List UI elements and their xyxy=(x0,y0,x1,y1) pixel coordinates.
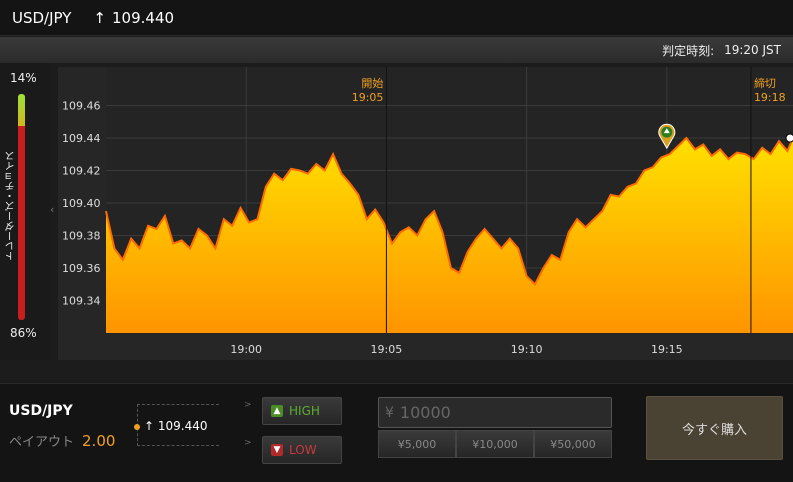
chevron-right-icon: > xyxy=(244,438,252,448)
arrow-up-icon: ▲ xyxy=(271,405,283,417)
arrow-down-icon: ▼ xyxy=(271,444,283,456)
quick-amount-10000-button[interactable]: ¥10,000 xyxy=(456,430,534,458)
subheader-bar: 判定時刻: 19:20 JST xyxy=(0,37,793,63)
chevron-right-icon: > xyxy=(244,400,252,410)
close-label: 締切 xyxy=(754,76,776,90)
low-button[interactable]: ▼ LOW xyxy=(262,436,342,464)
header-rate: 109.440 xyxy=(112,8,175,27)
low-label: LOW xyxy=(289,443,317,457)
trading-app: USD/JPY ↑ 109.440 判定時刻: 19:20 JST 14% トレ… xyxy=(0,0,793,482)
high-button[interactable]: ▲ HIGH xyxy=(262,397,342,425)
chevron-left-icon[interactable]: ‹ xyxy=(50,203,54,216)
y-tick-label: 109.44 xyxy=(62,132,101,145)
amount-input[interactable]: ¥ 10000 xyxy=(378,397,612,428)
open-label: 開始 xyxy=(361,76,383,90)
rate-up-arrow-icon: ↑ xyxy=(93,8,106,27)
price-chart: 109.46 109.44 109.42 109.40 109.38 109.36 109.… xyxy=(58,67,793,360)
amount-placeholder: 10000 xyxy=(399,403,451,422)
sentiment-high-fill xyxy=(18,94,25,126)
buy-now-button[interactable]: 今すぐ購入 xyxy=(646,396,783,460)
y-tick-label: 109.34 xyxy=(62,295,101,308)
y-tick-label: 109.38 xyxy=(62,230,101,243)
judgement-time-label: 判定時刻: xyxy=(662,43,715,58)
sentiment-bar xyxy=(18,94,25,320)
payout-value: 2.00 xyxy=(82,432,116,450)
traders-choice-label: トレーダーズ・チョイス xyxy=(6,151,17,261)
quick-amount-50000-button[interactable]: ¥50,000 xyxy=(534,430,612,458)
low-percent: 86% xyxy=(10,326,37,340)
current-rate: ↑ 109.440 xyxy=(144,419,208,433)
x-tick-label: 19:10 xyxy=(511,343,543,356)
y-tick-label: 109.46 xyxy=(62,100,101,113)
open-time: 19:05 xyxy=(352,91,384,104)
quick-amount-5000-button[interactable]: ¥5,000 xyxy=(378,430,456,458)
x-tick-label: 19:15 xyxy=(651,343,683,356)
chart-svg: 109.46 109.44 109.42 109.40 109.38 109.36 109.… xyxy=(62,67,793,356)
current-rate-value: 109.440 xyxy=(157,419,208,433)
order-panel: USD/JPY ペイアウト 2.00 ↑ 109.440 > > ▲ HIGH ▼… xyxy=(0,383,793,482)
payout-row: ペイアウト 2.00 xyxy=(9,431,115,450)
payout-label: ペイアウト xyxy=(9,435,75,450)
high-label: HIGH xyxy=(289,404,320,418)
y-tick-label: 109.40 xyxy=(62,197,101,210)
current-rate-arrow-icon: ↑ xyxy=(144,419,155,433)
current-rate-box: ↑ 109.440 xyxy=(134,404,219,446)
traders-choice-panel: 14% トレーダーズ・チョイス 86% ‹ xyxy=(0,63,54,360)
yen-icon: ¥ xyxy=(385,404,394,421)
order-pair: USD/JPY xyxy=(9,403,73,419)
header-bar: USD/JPY ↑ 109.440 xyxy=(0,0,793,36)
y-tick-label: 109.42 xyxy=(62,165,101,178)
rate-dot-icon xyxy=(134,424,140,430)
current-price-dot xyxy=(785,133,793,143)
header-pair: USD/JPY xyxy=(12,8,72,27)
x-tick-label: 19:05 xyxy=(371,343,403,356)
judgement-time-value: 19:20 JST xyxy=(724,43,781,57)
high-percent: 14% xyxy=(10,71,37,85)
close-time: 19:18 xyxy=(754,91,786,104)
y-tick-label: 109.36 xyxy=(62,262,101,275)
x-tick-label: 19:00 xyxy=(230,343,262,356)
